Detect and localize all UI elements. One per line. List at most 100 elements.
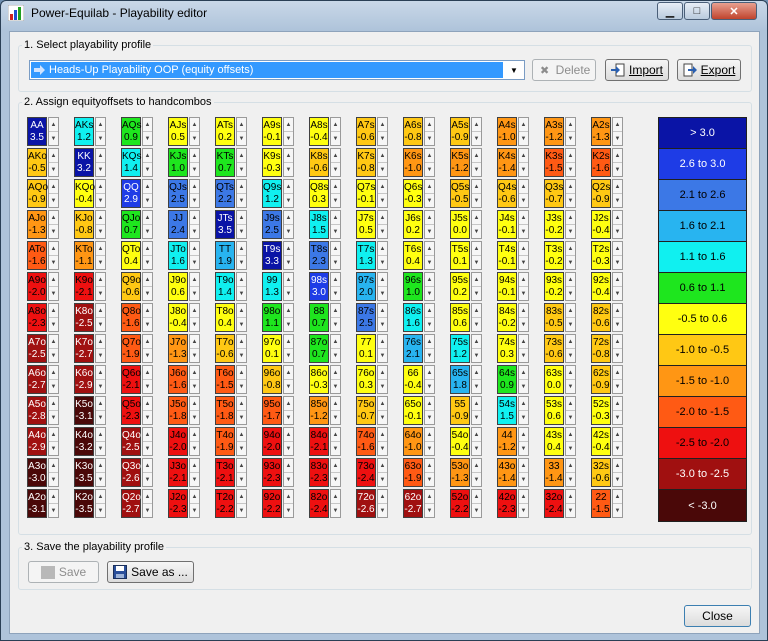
spin-up-icon[interactable]: ▲ xyxy=(425,366,434,380)
offset-spinner[interactable]: ▲ ▼ xyxy=(330,210,341,239)
spin-up-icon[interactable]: ▲ xyxy=(566,397,575,411)
hand-combo-box[interactable]: J4s -0.1 xyxy=(497,210,517,239)
delete-button[interactable]: ✖ Delete xyxy=(532,59,596,81)
spin-down-icon[interactable]: ▼ xyxy=(190,411,199,424)
offset-spinner[interactable]: ▲ ▼ xyxy=(565,117,576,146)
spin-down-icon[interactable]: ▼ xyxy=(378,380,387,393)
spin-up-icon[interactable]: ▲ xyxy=(378,180,387,194)
spin-down-icon[interactable]: ▼ xyxy=(519,194,528,207)
spin-up-icon[interactable]: ▲ xyxy=(519,118,528,132)
spin-down-icon[interactable]: ▼ xyxy=(519,225,528,238)
hand-combo-box[interactable]: K6o -2.9 xyxy=(74,365,94,394)
hand-combo-box[interactable]: AKs 1.2 xyxy=(74,117,94,146)
hand-combo-box[interactable]: 42s -0.4 xyxy=(591,427,611,456)
hand-combo-box[interactable]: KK 3.2 xyxy=(74,148,94,177)
hand-combo-box[interactable]: K4o -3.2 xyxy=(74,427,94,456)
spin-down-icon[interactable]: ▼ xyxy=(472,380,481,393)
spin-up-icon[interactable]: ▲ xyxy=(566,180,575,194)
offset-spinner[interactable]: ▲ ▼ xyxy=(330,365,341,394)
offset-spinner[interactable]: ▲ ▼ xyxy=(189,303,200,332)
spin-down-icon[interactable]: ▼ xyxy=(143,163,152,176)
spin-down-icon[interactable]: ▼ xyxy=(378,194,387,207)
hand-combo-box[interactable]: K8s -0.6 xyxy=(309,148,329,177)
hand-combo-box[interactable]: QTo 0.4 xyxy=(121,241,141,270)
spin-down-icon[interactable]: ▼ xyxy=(472,473,481,486)
spin-down-icon[interactable]: ▼ xyxy=(96,318,105,331)
spin-up-icon[interactable]: ▲ xyxy=(96,211,105,225)
hand-combo-box[interactable]: 65s 1.8 xyxy=(450,365,470,394)
offset-spinner[interactable]: ▲ ▼ xyxy=(424,365,435,394)
hand-combo-box[interactable]: Q2o -2.7 xyxy=(121,489,141,518)
spin-down-icon[interactable]: ▼ xyxy=(190,473,199,486)
hand-combo-box[interactable]: 52o -2.2 xyxy=(450,489,470,518)
spin-up-icon[interactable]: ▲ xyxy=(284,366,293,380)
offset-spinner[interactable]: ▲ ▼ xyxy=(189,148,200,177)
spin-down-icon[interactable]: ▼ xyxy=(49,256,58,269)
hand-combo-box[interactable]: T4o -1.9 xyxy=(215,427,235,456)
spin-up-icon[interactable]: ▲ xyxy=(472,428,481,442)
offset-spinner[interactable]: ▲ ▼ xyxy=(518,272,529,301)
spin-up-icon[interactable]: ▲ xyxy=(566,118,575,132)
spin-down-icon[interactable]: ▼ xyxy=(96,380,105,393)
spin-up-icon[interactable]: ▲ xyxy=(96,459,105,473)
spin-up-icon[interactable]: ▲ xyxy=(237,366,246,380)
spin-down-icon[interactable]: ▼ xyxy=(566,504,575,517)
spin-down-icon[interactable]: ▼ xyxy=(613,318,622,331)
spin-down-icon[interactable]: ▼ xyxy=(613,504,622,517)
spin-down-icon[interactable]: ▼ xyxy=(566,411,575,424)
hand-combo-box[interactable]: 43o -1.4 xyxy=(497,458,517,487)
spin-up-icon[interactable]: ▲ xyxy=(143,490,152,504)
spin-up-icon[interactable]: ▲ xyxy=(378,273,387,287)
offset-spinner[interactable]: ▲ ▼ xyxy=(283,458,294,487)
save-as-button[interactable]: Save as ... xyxy=(107,561,194,583)
spin-down-icon[interactable]: ▼ xyxy=(472,194,481,207)
spin-down-icon[interactable]: ▼ xyxy=(237,349,246,362)
hand-combo-box[interactable]: AKo -0.5 xyxy=(27,148,47,177)
spin-up-icon[interactable]: ▲ xyxy=(96,118,105,132)
offset-spinner[interactable]: ▲ ▼ xyxy=(518,148,529,177)
offset-spinner[interactable]: ▲ ▼ xyxy=(424,489,435,518)
spin-down-icon[interactable]: ▼ xyxy=(378,163,387,176)
spin-up-icon[interactable]: ▲ xyxy=(284,149,293,163)
offset-spinner[interactable]: ▲ ▼ xyxy=(565,272,576,301)
spin-up-icon[interactable]: ▲ xyxy=(472,149,481,163)
spin-down-icon[interactable]: ▼ xyxy=(237,256,246,269)
offset-spinner[interactable]: ▲ ▼ xyxy=(95,365,106,394)
hand-combo-box[interactable]: TT 1.9 xyxy=(215,241,235,270)
spin-down-icon[interactable]: ▼ xyxy=(331,380,340,393)
spin-up-icon[interactable]: ▲ xyxy=(49,397,58,411)
hand-combo-box[interactable]: K4s -1.4 xyxy=(497,148,517,177)
spin-up-icon[interactable]: ▲ xyxy=(566,490,575,504)
offset-spinner[interactable]: ▲ ▼ xyxy=(612,458,623,487)
offset-spinner[interactable]: ▲ ▼ xyxy=(142,210,153,239)
spin-up-icon[interactable]: ▲ xyxy=(96,428,105,442)
spin-up-icon[interactable]: ▲ xyxy=(143,397,152,411)
spin-up-icon[interactable]: ▲ xyxy=(378,490,387,504)
hand-combo-box[interactable]: J2s -0.4 xyxy=(591,210,611,239)
hand-combo-box[interactable]: Q8s 0.3 xyxy=(309,179,329,208)
spin-up-icon[interactable]: ▲ xyxy=(425,397,434,411)
spin-down-icon[interactable]: ▼ xyxy=(331,411,340,424)
spin-down-icon[interactable]: ▼ xyxy=(425,256,434,269)
spin-down-icon[interactable]: ▼ xyxy=(472,411,481,424)
spin-down-icon[interactable]: ▼ xyxy=(472,163,481,176)
hand-combo-box[interactable]: KJo -0.8 xyxy=(74,210,94,239)
hand-combo-box[interactable]: AQo -0.9 xyxy=(27,179,48,208)
hand-combo-box[interactable]: K2o -3.5 xyxy=(74,489,94,518)
spin-up-icon[interactable]: ▲ xyxy=(49,335,58,349)
spin-up-icon[interactable]: ▲ xyxy=(472,304,481,318)
close-window-button[interactable]: ✕ xyxy=(711,2,757,20)
offset-spinner[interactable]: ▲ ▼ xyxy=(283,365,294,394)
spin-up-icon[interactable]: ▲ xyxy=(566,273,575,287)
spin-down-icon[interactable]: ▼ xyxy=(425,287,434,300)
spin-up-icon[interactable]: ▲ xyxy=(613,459,622,473)
spin-down-icon[interactable]: ▼ xyxy=(378,473,387,486)
spin-down-icon[interactable]: ▼ xyxy=(519,473,528,486)
offset-spinner[interactable]: ▲ ▼ xyxy=(189,210,200,239)
spin-down-icon[interactable]: ▼ xyxy=(143,194,152,207)
offset-spinner[interactable]: ▲ ▼ xyxy=(471,241,482,270)
spin-up-icon[interactable]: ▲ xyxy=(49,242,58,256)
offset-spinner[interactable]: ▲ ▼ xyxy=(612,210,623,239)
hand-combo-box[interactable]: 66 -0.4 xyxy=(403,365,423,394)
spin-down-icon[interactable]: ▼ xyxy=(566,256,575,269)
